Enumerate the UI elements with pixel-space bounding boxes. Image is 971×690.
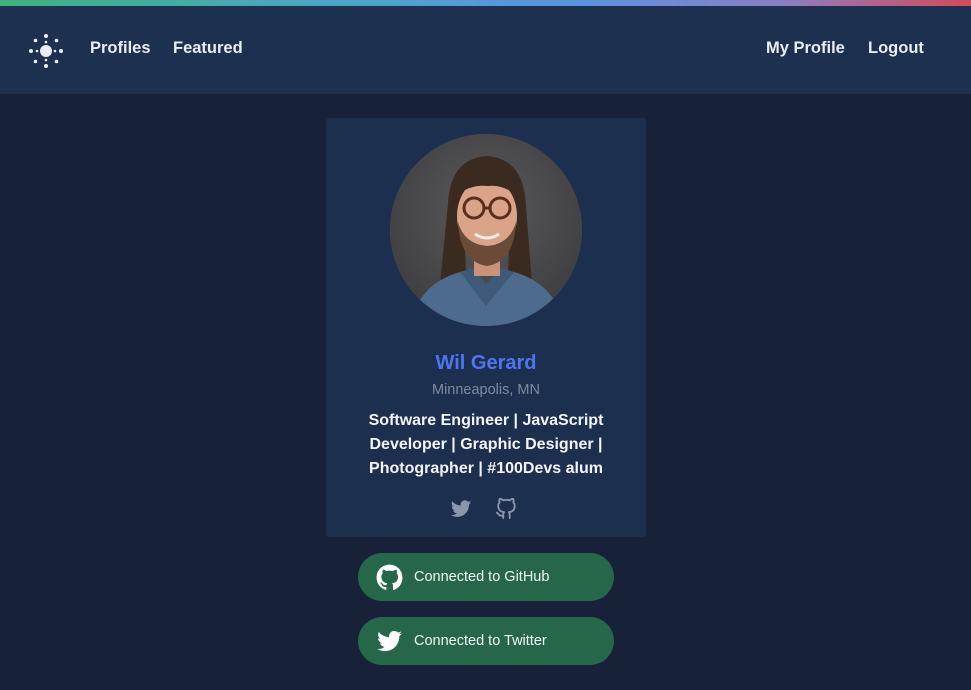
- avatar: [390, 134, 582, 326]
- nav-my-profile-link[interactable]: My Profile: [766, 39, 845, 58]
- connected-twitter-button[interactable]: Connected to Twitter: [358, 617, 614, 665]
- nav-featured-link[interactable]: Featured: [173, 39, 243, 58]
- twitter-icon[interactable]: [450, 498, 472, 520]
- twitter-icon: [377, 630, 402, 652]
- profile-location: Minneapolis, MN: [432, 382, 540, 398]
- avatar-photo: [390, 134, 582, 326]
- profile-card: Wil Gerard Minneapolis, MN Software Engi…: [326, 118, 646, 537]
- connected-github-label: Connected to GitHub: [414, 569, 550, 585]
- nav-profiles-link[interactable]: Profiles: [90, 39, 151, 58]
- navbar: Profiles Featured My Profile Logout: [0, 6, 971, 94]
- profile-name[interactable]: Wil Gerard: [326, 352, 646, 375]
- sparkle-logo-icon[interactable]: [26, 31, 66, 71]
- profile-bio: Software Engineer | JavaScript Developer…: [368, 412, 604, 477]
- connected-github-button[interactable]: Connected to GitHub: [358, 553, 614, 601]
- github-icon[interactable]: [495, 498, 517, 520]
- connected-twitter-label: Connected to Twitter: [414, 633, 547, 649]
- nav-logout-link[interactable]: Logout: [868, 39, 924, 58]
- github-icon: [376, 564, 403, 591]
